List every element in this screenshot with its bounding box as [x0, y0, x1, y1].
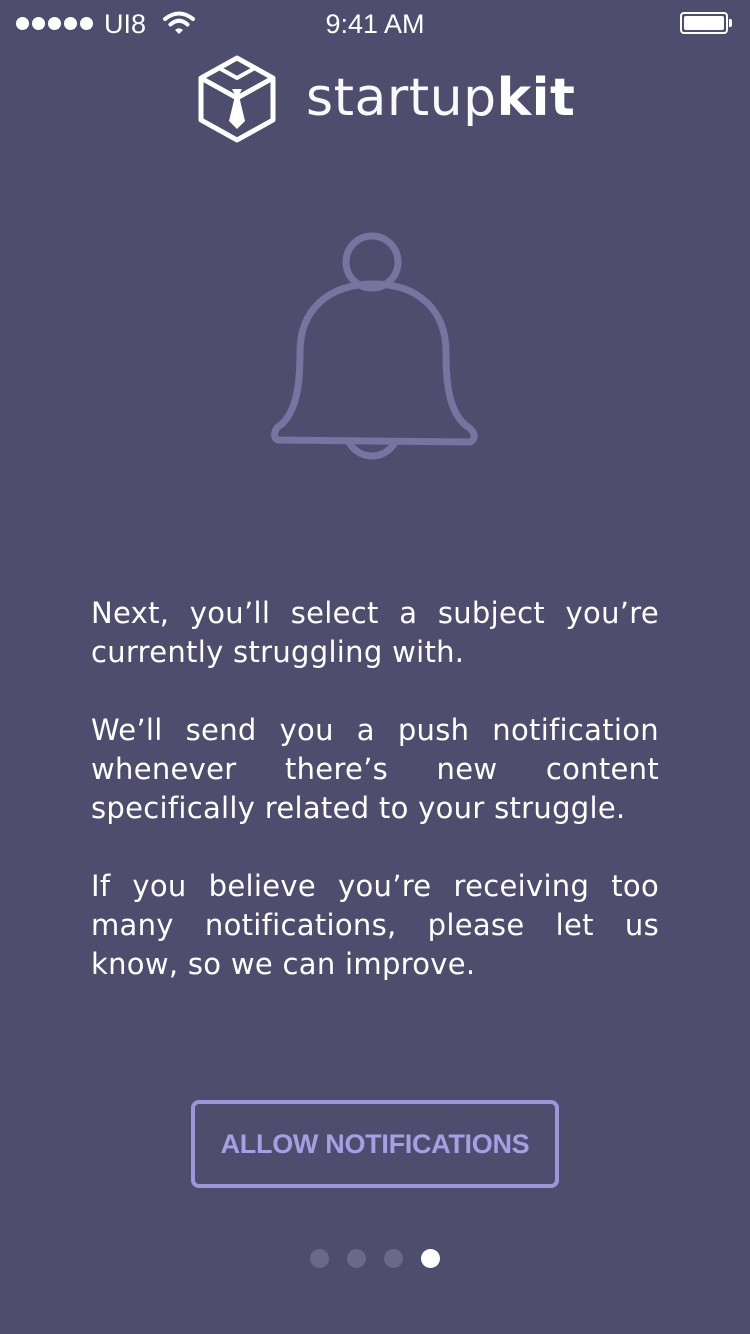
status-bar: UI8 9:41 AM: [0, 0, 750, 48]
bell-icon: [271, 232, 478, 460]
logo-text-kit: kit: [496, 68, 576, 128]
page-dot-1[interactable]: [310, 1249, 329, 1268]
page-dot-2[interactable]: [347, 1249, 366, 1268]
app-logo: startupkit: [196, 52, 575, 144]
paragraph-feedback: If you believe you’re receiving too many…: [91, 869, 659, 981]
page-indicator: [0, 1249, 750, 1268]
logo-wordmark: startupkit: [306, 52, 575, 144]
allow-notifications-button[interactable]: ALLOW NOTIFICATIONS: [191, 1100, 559, 1188]
logo-box-icon: [198, 55, 276, 143]
page-dot-4-active[interactable]: [421, 1249, 440, 1268]
clock-time: 9:41 AM: [325, 9, 425, 39]
page-dot-3[interactable]: [384, 1249, 403, 1268]
battery-icon: [680, 12, 732, 34]
onboarding-description: Next, you’ll select a subject you’re cur…: [91, 594, 659, 984]
paragraph-next-step: Next, you’ll select a subject you’re cur…: [91, 596, 659, 669]
paragraph-push-info: We’ll send you a push notification whene…: [91, 713, 659, 825]
logo-text-startup: startup: [306, 68, 497, 128]
